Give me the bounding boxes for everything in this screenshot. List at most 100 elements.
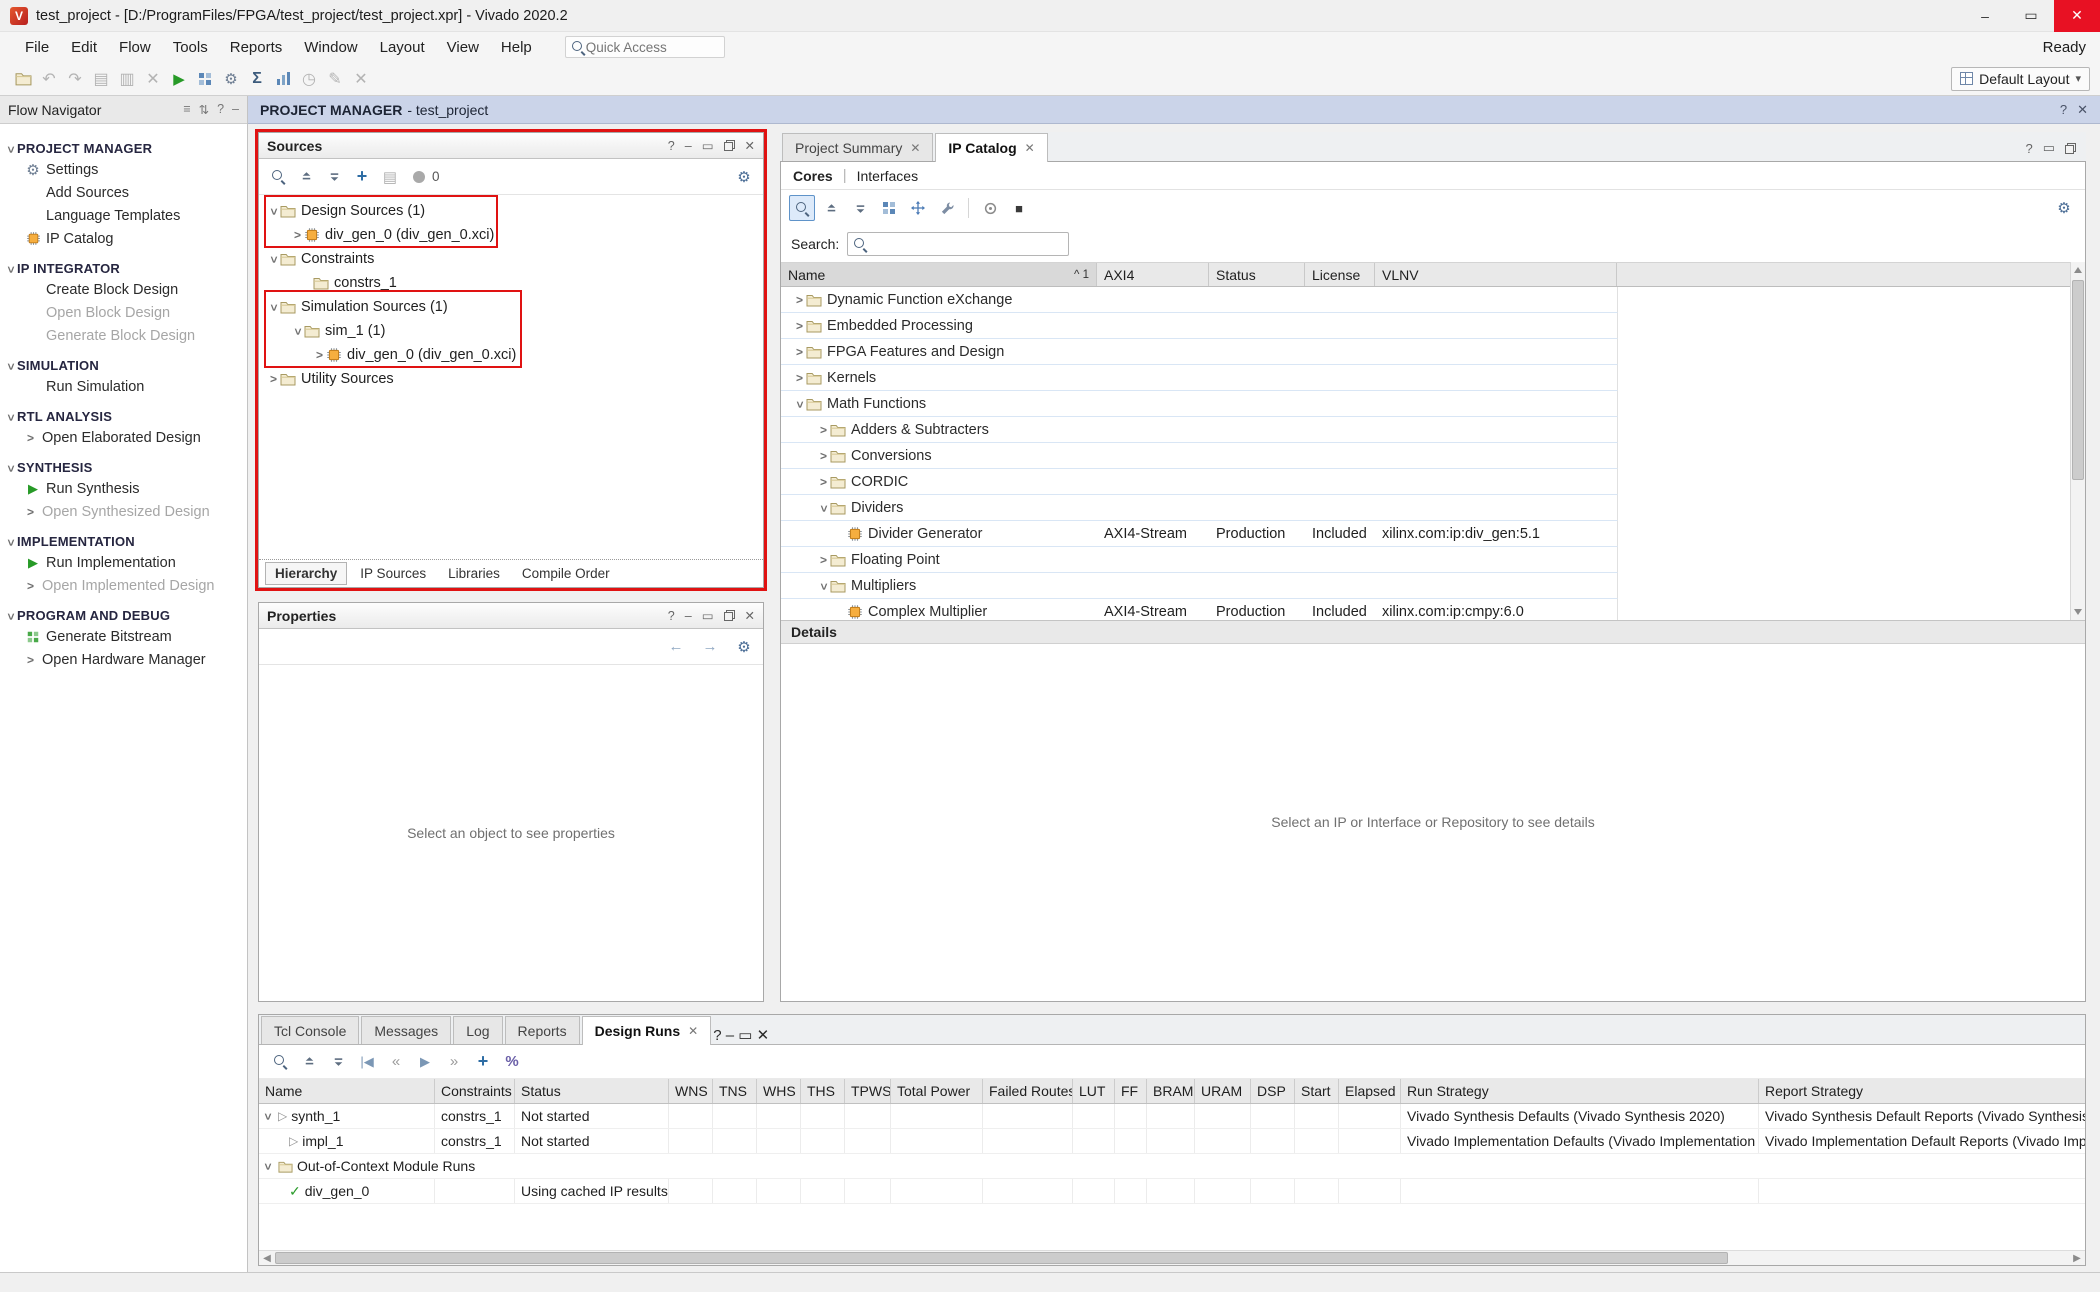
tree-row-simulation-sources[interactable]: >Simulation Sources (1) (259, 295, 763, 319)
layout-selector[interactable]: Default Layout ▾ (1951, 67, 2090, 91)
tree-row-sim-div-gen-0[interactable]: >div_gen_0 (div_gen_0.xci) (259, 343, 763, 367)
column-header-wns[interactable]: WNS (669, 1079, 713, 1103)
menu-help[interactable]: Help (490, 39, 543, 56)
tree-row-constraints[interactable]: >Constraints (259, 247, 763, 271)
sidebar-item-run-simulation[interactable]: Run Simulation (0, 375, 247, 398)
help-icon[interactable]: ? (668, 139, 675, 153)
catalog-search-box[interactable] (847, 232, 1069, 256)
scroll-left-icon[interactable]: ◀ (259, 1251, 275, 1265)
tab-hierarchy[interactable]: Hierarchy (265, 562, 347, 585)
column-header-license[interactable]: License (1305, 263, 1375, 286)
column-header-elapsed[interactable]: Elapsed (1339, 1079, 1401, 1103)
sidebar-item-ip-catalog[interactable]: IP Catalog (0, 227, 247, 250)
settings-gear-icon[interactable]: ⚙ (731, 164, 757, 190)
column-header-ff[interactable]: FF (1115, 1079, 1147, 1103)
run-row-impl-1[interactable]: ▷impl_1 constrs_1 Not started Vivado Imp… (259, 1129, 2085, 1154)
fn-section-header-simulation[interactable]: >SIMULATION (0, 356, 247, 375)
flow-steps-icon[interactable] (192, 66, 218, 92)
forward-icon[interactable]: → (697, 634, 723, 660)
search-icon[interactable] (267, 1049, 293, 1075)
group-by-icon[interactable] (876, 195, 902, 221)
add-sources-icon[interactable]: + (349, 164, 375, 190)
close-button[interactable]: ✕ (2054, 0, 2100, 32)
paste-icon[interactable]: ▥ (114, 66, 140, 92)
column-header-lut[interactable]: LUT (1073, 1079, 1115, 1103)
fast-forward-icon[interactable]: » (441, 1049, 467, 1075)
tab-ip-catalog[interactable]: IP Catalog ✕ (935, 133, 1047, 162)
redo-icon[interactable]: ↷ (62, 66, 88, 92)
tab-log[interactable]: Log (453, 1016, 502, 1044)
maximize-icon[interactable]: ▭ (702, 138, 714, 153)
tab-tcl-console[interactable]: Tcl Console (261, 1016, 359, 1044)
tab-reports[interactable]: Reports (505, 1016, 580, 1044)
column-header-total-power[interactable]: Total Power (891, 1079, 983, 1103)
column-header-status[interactable]: Status (1209, 263, 1305, 286)
minimize-icon[interactable]: – (685, 139, 692, 153)
step-to-start-icon[interactable]: |◀ (354, 1049, 380, 1075)
catalog-row-category[interactable]: >Floating Point (781, 547, 1618, 573)
column-header-report-strategy[interactable]: Report Strategy (1759, 1079, 2085, 1103)
tab-project-summary[interactable]: Project Summary ✕ (782, 133, 933, 161)
tree-row-utility-sources[interactable]: >Utility Sources (259, 367, 763, 391)
tab-messages[interactable]: Messages (361, 1016, 451, 1044)
column-header-ths[interactable]: THS (801, 1079, 845, 1103)
column-header-whs[interactable]: WHS (757, 1079, 801, 1103)
quick-access-search[interactable] (565, 36, 725, 58)
column-header-dsp[interactable]: DSP (1251, 1079, 1295, 1103)
column-header-status[interactable]: Status (515, 1079, 669, 1103)
search-icon[interactable] (789, 195, 815, 221)
close-icon[interactable]: ✕ (1025, 141, 1035, 155)
column-header-name[interactable]: Name (259, 1079, 435, 1103)
minimize-icon[interactable]: – (685, 609, 692, 623)
copy-icon[interactable]: ▤ (88, 66, 114, 92)
column-header-start[interactable]: Start (1295, 1079, 1339, 1103)
catalog-row-category[interactable]: >Dividers (781, 495, 1618, 521)
sidebar-item-run-implementation[interactable]: ▶Run Implementation (0, 551, 247, 574)
column-header-tpws[interactable]: TPWS (845, 1079, 891, 1103)
sidebar-item-open-implemented-design[interactable]: >Open Implemented Design (0, 574, 247, 597)
fn-section-header-rtl-analysis[interactable]: >RTL ANALYSIS (0, 407, 247, 426)
vertical-scrollbar[interactable] (2070, 262, 2085, 620)
clock-icon[interactable]: ◷ (296, 66, 322, 92)
sidebar-item-open-elaborated-design[interactable]: >Open Elaborated Design (0, 426, 247, 449)
fn-section-header-ip-integrator[interactable]: >IP INTEGRATOR (0, 259, 247, 278)
target-icon[interactable] (977, 195, 1003, 221)
menu-file[interactable]: File (14, 39, 60, 56)
close-icon[interactable]: ✕ (745, 138, 755, 153)
sum-icon[interactable]: Σ (244, 66, 270, 92)
catalog-row-ip[interactable]: Divider Generator AXI4-StreamProductionI… (781, 521, 1618, 547)
catalog-row-category[interactable]: >Conversions (781, 443, 1618, 469)
sidebar-item-open-block-design[interactable]: Open Block Design (0, 301, 247, 324)
column-header-failed-routes[interactable]: Failed Routes (983, 1079, 1073, 1103)
catalog-row-category[interactable]: >Math Functions (781, 391, 1618, 417)
minimize-icon[interactable]: – (726, 1027, 734, 1044)
sidebar-item-language-templates[interactable]: Language Templates (0, 204, 247, 227)
expand-all-icon[interactable] (325, 1049, 351, 1075)
sources-panel-header[interactable]: Sources ? – ▭ ✕ (259, 133, 763, 159)
close-icon[interactable]: ✕ (910, 141, 920, 155)
minimize-button[interactable]: – (1962, 0, 2008, 32)
tree-row-design-sources[interactable]: >Design Sources (1) (259, 199, 763, 223)
tree-row-sim-1[interactable]: >sim_1 (1) (259, 319, 763, 343)
float-icon[interactable] (724, 140, 735, 151)
expand-all-icon[interactable] (321, 164, 347, 190)
collapse-all-icon[interactable] (296, 1049, 322, 1075)
menu-reports[interactable]: Reports (219, 39, 294, 56)
scrollbar-thumb[interactable] (2072, 280, 2084, 480)
menu-window[interactable]: Window (293, 39, 368, 56)
catalog-row-category[interactable]: >Dynamic Function eXchange (781, 287, 1618, 313)
sidebar-item-generate-block-design[interactable]: Generate Block Design (0, 324, 247, 347)
properties-panel-header[interactable]: Properties ? – ▭ ✕ (259, 603, 763, 629)
play-icon[interactable]: ▶ (412, 1049, 438, 1075)
delete-icon[interactable]: ✕ (140, 66, 166, 92)
cancel-icon[interactable]: ✕ (348, 66, 374, 92)
fn-section-header-project-manager[interactable]: >PROJECT MANAGER (0, 139, 247, 158)
tab-ip-sources[interactable]: IP Sources (351, 563, 435, 584)
column-header-name[interactable]: Name^ 1 (781, 263, 1097, 286)
pm-close-icon[interactable]: ✕ (2077, 102, 2088, 118)
tab-compile-order[interactable]: Compile Order (513, 563, 619, 584)
close-icon[interactable]: ✕ (745, 608, 755, 623)
add-run-icon[interactable]: + (470, 1049, 496, 1075)
run-row-div-gen-0[interactable]: ✓div_gen_0 Using cached IP results (259, 1179, 2085, 1204)
catalog-row-category[interactable]: >Embedded Processing (781, 313, 1618, 339)
